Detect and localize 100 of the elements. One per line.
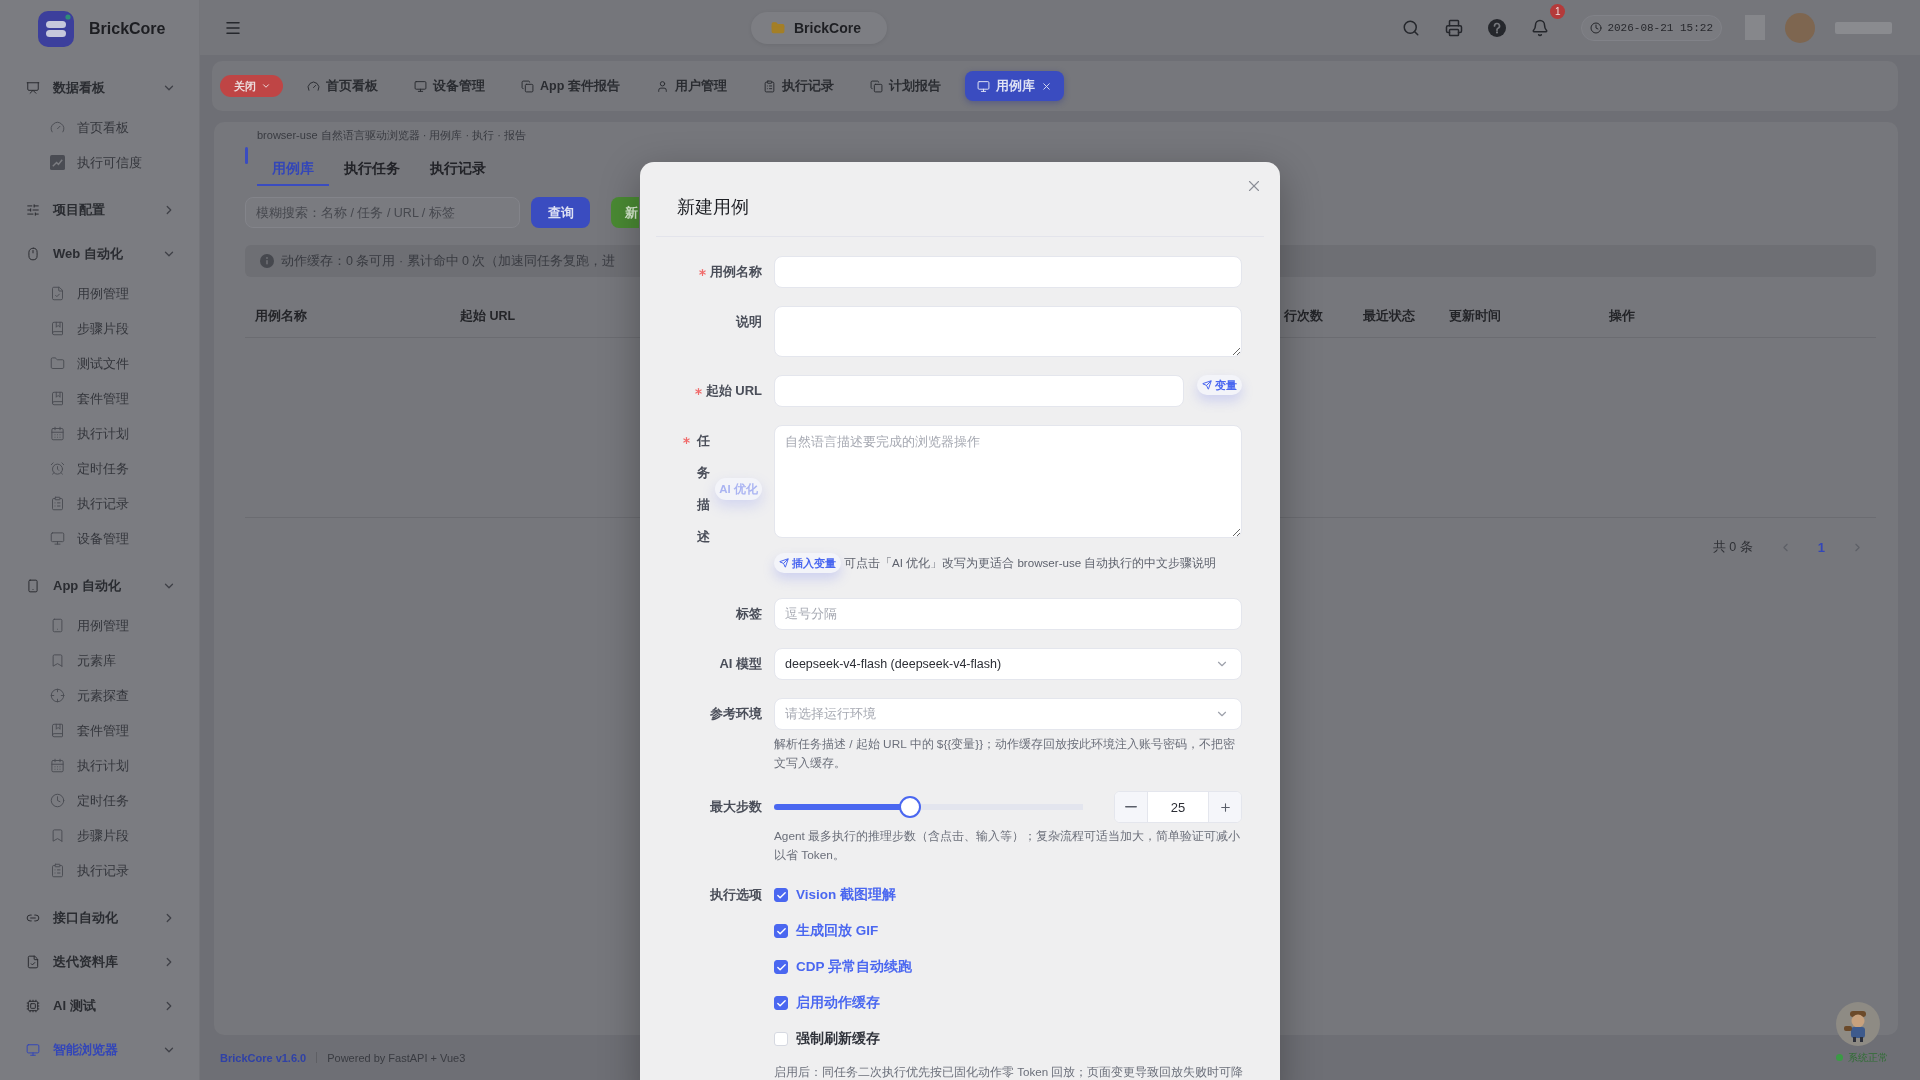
phone-icon <box>26 579 40 593</box>
menu-item[interactable]: 首页看板 <box>0 110 189 145</box>
menu-item[interactable]: 用例管理 <box>0 608 189 643</box>
page-tab[interactable]: 执行记录 <box>750 71 846 101</box>
accent-bar <box>245 147 248 164</box>
slider-thumb[interactable] <box>898 796 921 818</box>
plus-icon <box>1218 800 1232 814</box>
folder-icon <box>50 356 65 371</box>
menu-item[interactable]: 执行记录 <box>0 853 189 888</box>
menu-group[interactable]: AI 测试 <box>0 984 199 1028</box>
textarea-field[interactable]: 自然语言描述要完成的浏览器操作 <box>774 425 1242 538</box>
bell-icon[interactable] <box>1531 18 1550 37</box>
select-field[interactable]: 请选择运行环境 <box>774 698 1242 730</box>
menu-group[interactable]: App 自动化 <box>0 564 199 608</box>
menu-item[interactable]: 测试文件 <box>0 346 189 381</box>
menu-item[interactable]: 步骤片段 <box>0 311 189 346</box>
menu-item[interactable]: 设备管理 <box>0 521 189 556</box>
copy-icon <box>869 79 883 93</box>
bookmark-icon <box>50 828 65 843</box>
menu-group[interactable]: 迭代资料库 <box>0 940 199 984</box>
menu-group[interactable]: 接口自动化 <box>0 896 199 940</box>
presentation-icon <box>26 81 40 95</box>
monitor-icon <box>26 1043 40 1057</box>
checkbox[interactable] <box>774 996 788 1010</box>
checkbox[interactable] <box>774 924 788 938</box>
page-tab[interactable]: 用户管理 <box>643 71 739 101</box>
menu-item[interactable]: 步骤片段 <box>0 818 189 853</box>
menu-group[interactable]: 数据看板 <box>0 66 199 110</box>
option-label[interactable]: 生成回放 GIF <box>796 922 879 940</box>
mouse-icon <box>26 247 40 261</box>
clipboard-icon <box>50 863 65 878</box>
calendar-icon <box>50 758 65 773</box>
printer-icon[interactable] <box>1445 18 1464 37</box>
menu-group[interactable]: 智能浏览器 <box>0 1028 199 1072</box>
notification-badge: 1 <box>1550 3 1566 19</box>
monitor-icon <box>50 531 65 546</box>
status-dot-icon <box>1836 1054 1843 1061</box>
menu-item[interactable]: 定时任务 <box>0 783 189 818</box>
sliders-icon <box>26 203 40 217</box>
input-field[interactable]: 逗号分隔 <box>774 598 1242 630</box>
document-check-icon <box>50 286 65 301</box>
page-tab[interactable]: 用例库 <box>964 71 1064 101</box>
menu-item[interactable]: 用例管理 <box>0 276 189 311</box>
insert-variable-button[interactable]: 插入变量 <box>774 553 841 573</box>
decrement-button[interactable] <box>1115 792 1147 822</box>
page-tab[interactable]: 首页看板 <box>295 71 390 101</box>
variable-button[interactable]: 变量 <box>1197 375 1242 395</box>
page-tab[interactable]: 计划报告 <box>857 71 953 101</box>
help-text: Agent 最多执行的推理步数（含点击、输入等）；复杂流程可适当加大，简单验证可减小以省 Token。 <box>774 828 1242 864</box>
document-check-icon <box>26 955 40 969</box>
checkbox[interactable] <box>774 960 788 974</box>
clipboard-icon <box>50 496 65 511</box>
phone-icon <box>50 618 65 633</box>
page-tab[interactable]: 设备管理 <box>402 71 497 101</box>
menu-item[interactable]: 执行计划 <box>0 748 189 783</box>
copy-icon <box>521 79 534 93</box>
check-icon <box>775 889 787 901</box>
menu-item[interactable]: 执行计划 <box>0 416 189 451</box>
help-icon[interactable] <box>1488 18 1507 37</box>
input-field[interactable] <box>774 256 1242 288</box>
crosshair-icon <box>50 688 65 703</box>
option-label[interactable]: Vision 截图理解 <box>796 886 896 904</box>
menu-group[interactable]: Web 自动化 <box>0 232 199 276</box>
dialog-title: 新建用例 <box>677 196 750 219</box>
menu-item[interactable]: 套件管理 <box>0 713 189 748</box>
section-tab[interactable]: 执行任务 <box>329 146 415 186</box>
close-icon[interactable] <box>1040 80 1052 92</box>
section-tab[interactable]: 用例库 <box>257 146 329 186</box>
column-header: 操作 <box>1609 308 1635 325</box>
option-label[interactable]: 启用动作缓存 <box>796 994 880 1012</box>
select-field[interactable]: deepseek-v4-flash (deepseek-v4-flash) <box>774 648 1242 680</box>
search-icon[interactable] <box>1402 18 1421 37</box>
menu-item[interactable]: 定时任务 <box>0 451 189 486</box>
option-label[interactable]: CDP 异常自动续跑 <box>796 958 912 976</box>
info-icon <box>260 254 274 268</box>
bookmark-icon <box>50 653 65 668</box>
query-button[interactable]: 查询 <box>531 197 590 228</box>
menu-item[interactable]: 执行记录 <box>0 486 189 521</box>
project-switcher[interactable]: BrickCore <box>751 11 887 44</box>
clock-icon <box>1590 21 1603 34</box>
mascot-icon[interactable] <box>1836 1002 1880 1046</box>
close-tabs-button[interactable]: 关闭 <box>220 75 283 97</box>
checkbox[interactable] <box>774 888 788 902</box>
menu-item[interactable]: 套件管理 <box>0 381 189 416</box>
menu-item[interactable]: 元素探查 <box>0 678 189 713</box>
menu-group[interactable]: 项目配置 <box>0 188 199 232</box>
section-tab[interactable]: 执行记录 <box>415 146 501 186</box>
textarea-field[interactable] <box>774 306 1242 357</box>
page-tab[interactable]: App 套件报告 <box>509 71 632 101</box>
column-header: 用例名称 <box>255 308 307 325</box>
input-field[interactable] <box>774 375 1184 407</box>
page-number[interactable]: 1 <box>1817 539 1825 555</box>
field-label: 执行选项 <box>710 886 762 904</box>
menu-item[interactable]: 元素库 <box>0 643 189 678</box>
new-case-button[interactable]: 新 <box>611 197 639 228</box>
column-header: 更新时间 <box>1449 308 1501 325</box>
column-header: 起始 URL <box>460 308 516 325</box>
send-icon <box>779 558 789 568</box>
menu-item[interactable]: 执行可信度 <box>0 145 189 180</box>
option-label[interactable]: 强制刷新缓存 <box>796 1030 880 1048</box>
